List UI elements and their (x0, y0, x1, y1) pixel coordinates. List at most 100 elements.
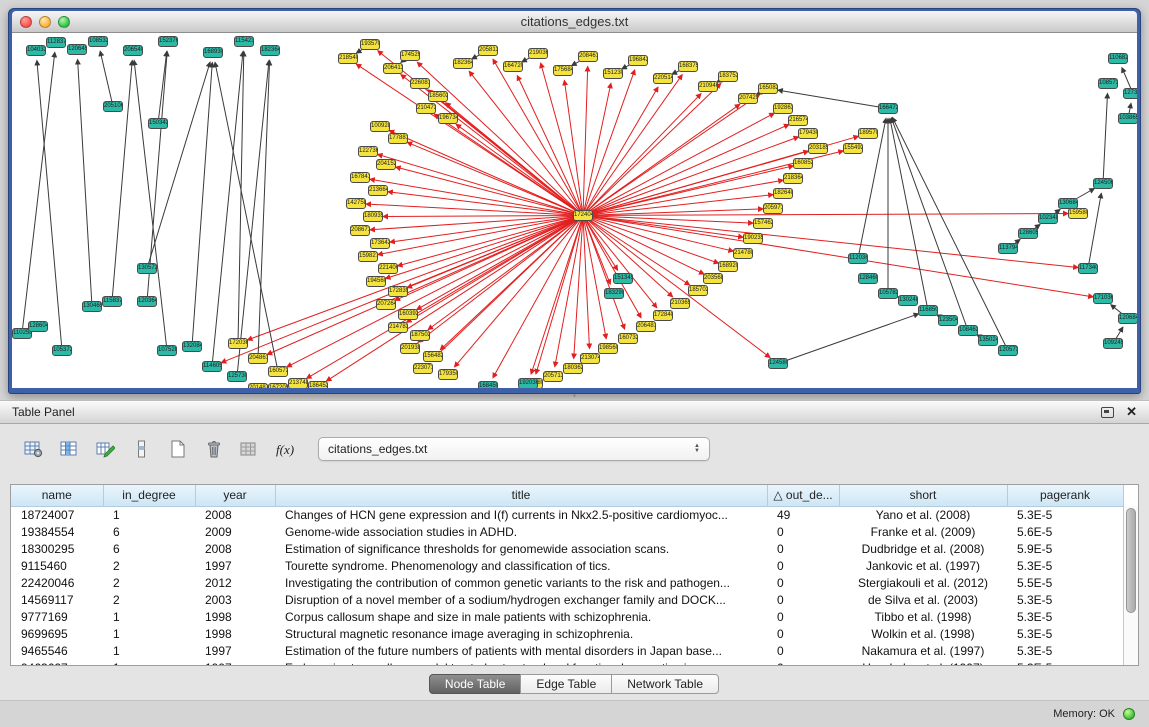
graph-node[interactable]: 12068453 (1118, 313, 1137, 324)
graph-node[interactable]: 18570243 (688, 285, 708, 296)
graph-node[interactable]: 20726481 (376, 299, 396, 310)
graph-node[interactable]: 20867154 (350, 225, 370, 236)
table-cell[interactable]: Genome-wide association studies in ADHD. (275, 523, 767, 540)
column-header-pagerank[interactable]: pagerank (1007, 485, 1123, 506)
minimize-window-button[interactable] (39, 16, 51, 28)
graph-node[interactable]: 10846257 (958, 325, 978, 336)
column-header-name[interactable]: name (11, 485, 103, 506)
graph-node[interactable]: 11379460 (998, 243, 1018, 254)
graph-node[interactable]: 15746283 (753, 218, 773, 229)
graph-node[interactable]: 11685024 (918, 305, 938, 316)
graph-node[interactable]: 21047365 (416, 103, 436, 114)
function-builder-icon[interactable]: f(x) (272, 437, 299, 462)
graph-node[interactable]: 10853271 (88, 36, 108, 47)
network-canvas[interactable]: 1724040510403268112837941206451010853271… (12, 33, 1137, 388)
graph-node[interactable]: 19203657 (518, 378, 538, 388)
graph-node[interactable]: 16837502 (678, 61, 698, 72)
graph-node[interactable]: 11283794 (46, 37, 66, 48)
graph-node[interactable]: 15982736 (358, 251, 378, 262)
table-cell[interactable]: 5.3E-5 (1007, 625, 1123, 642)
graph-node[interactable]: 21478036 (733, 248, 753, 259)
graph-node[interactable]: 10537264 (52, 345, 72, 356)
table-cell[interactable]: 5.3E-5 (1007, 659, 1123, 666)
graph-node[interactable]: 19023568 (743, 233, 763, 244)
graph-node[interactable]: 16472035 (503, 61, 523, 72)
graph-node[interactable]: 17103654 (1093, 293, 1113, 304)
edit-table-icon[interactable] (92, 437, 119, 462)
table-cell[interactable]: 6 (103, 540, 195, 557)
graph-node[interactable]: 16039284 (398, 309, 418, 320)
graph-node[interactable]: 11542307 (234, 36, 254, 47)
graph-node[interactable]: 19856024 (598, 343, 618, 354)
graph-node[interactable]: 15237648 (158, 36, 178, 47)
table-cell[interactable]: 0 (767, 540, 839, 557)
zoom-window-button[interactable] (58, 16, 70, 28)
column-header-in_degree[interactable]: in_degree (103, 485, 195, 506)
table-cell[interactable]: 9115460 (11, 557, 103, 574)
graph-node[interactable]: 18036247 (563, 363, 583, 374)
row-selection-icon[interactable] (128, 437, 155, 462)
graph-node[interactable]: 12350486 (938, 315, 958, 326)
graph-node[interactable]: 21836450 (783, 173, 803, 184)
float-panel-icon[interactable] (1101, 407, 1114, 418)
graph-node[interactable]: 10752864 (157, 345, 177, 356)
graph-node[interactable]: 20846170 (578, 51, 598, 62)
graph-node[interactable]: 21374860 (288, 378, 308, 388)
graph-node[interactable]: 17240405 (573, 210, 593, 221)
graph-node[interactable]: 16784102 (350, 172, 370, 183)
graph-node[interactable]: 16057283 (268, 366, 288, 377)
graph-node[interactable]: 17364250 (370, 238, 390, 249)
memory-status-indicator[interactable] (1123, 708, 1135, 720)
table-cell[interactable]: 0 (767, 574, 839, 591)
table-cell[interactable]: 2008 (195, 506, 275, 523)
graph-node[interactable]: 18236407 (453, 58, 473, 69)
table-cell[interactable]: 9465546 (11, 642, 103, 659)
graph-node[interactable]: 22051463 (653, 73, 673, 84)
graph-node[interactable]: 17452906 (400, 50, 420, 61)
graph-node[interactable]: 17284065 (653, 310, 673, 321)
graph-node[interactable]: 17935028 (438, 369, 458, 380)
table-cell[interactable]: Yano et al. (2008) (839, 506, 1007, 523)
graph-node[interactable]: 10857364 (1098, 78, 1118, 89)
graph-node[interactable]: 20415263 (376, 159, 396, 170)
table-cell[interactable]: 0 (767, 608, 839, 625)
graph-node[interactable]: 21094637 (698, 81, 718, 92)
column-header-title[interactable]: title (275, 485, 767, 506)
graph-node[interactable]: 10092857 (370, 121, 390, 132)
graph-node[interactable]: 20654081 (123, 45, 143, 56)
table-cell[interactable]: Hescheler et al. (1997) (839, 659, 1007, 666)
table-cell[interactable]: 5.5E-5 (1007, 574, 1123, 591)
graph-node[interactable]: 18264037 (773, 188, 793, 199)
graph-node[interactable]: 15549283 (843, 143, 863, 154)
graph-node[interactable]: 20510634 (103, 101, 123, 112)
delete-table-icon[interactable] (200, 437, 227, 462)
table-cell[interactable]: 1997 (195, 557, 275, 574)
table-cell[interactable]: 9777169 (11, 608, 103, 625)
graph-node[interactable]: 20318546 (808, 143, 828, 154)
column-header-out_de[interactable]: △ out_de... (767, 485, 839, 506)
graph-node[interactable]: 11734028 (1078, 263, 1098, 274)
column-header-year[interactable]: year (195, 485, 275, 506)
table-cell[interactable]: 1 (103, 506, 195, 523)
table-cell[interactable]: 0 (767, 591, 839, 608)
graph-node[interactable]: 13024857 (898, 295, 918, 306)
graph-node[interactable]: 22608143 (410, 78, 430, 89)
table-cell[interactable]: 2 (103, 591, 195, 608)
graph-node[interactable]: 12064510 (67, 44, 87, 55)
graph-node[interactable]: 17943065 (798, 128, 818, 139)
graph-node[interactable]: 13057246 (137, 263, 157, 274)
table-cell[interactable]: 1 (103, 608, 195, 625)
graph-node[interactable]: 12860453 (28, 321, 48, 332)
graph-node[interactable]: 11203685 (848, 253, 868, 264)
graph-node[interactable]: 17283940 (388, 286, 408, 297)
graph-node[interactable]: 17568423 (553, 65, 573, 76)
graph-node[interactable]: 16720534 (268, 383, 288, 388)
graph-node[interactable]: 14275803 (346, 198, 366, 209)
table-cell[interactable]: 2 (103, 557, 195, 574)
graph-node[interactable]: 21657408 (788, 115, 808, 126)
new-table-icon[interactable] (164, 437, 191, 462)
network-view-window[interactable]: citations_edges.txt 17240405104032681128… (8, 8, 1141, 394)
graph-node[interactable]: 16508243 (758, 83, 778, 94)
close-window-button[interactable] (20, 16, 32, 28)
graph-node[interactable]: 15134576 (613, 273, 633, 284)
